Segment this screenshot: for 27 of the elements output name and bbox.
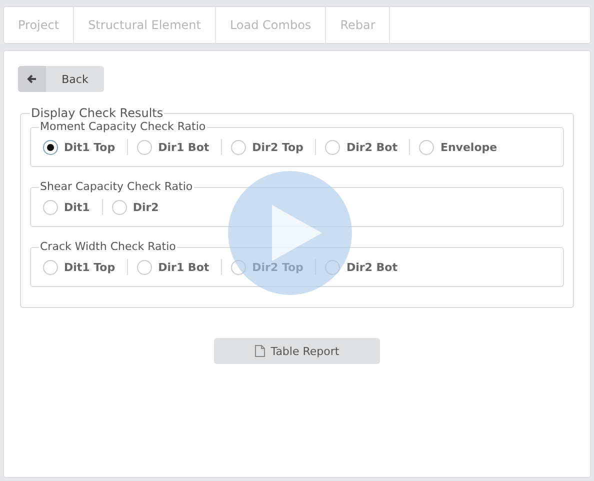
radio-button[interactable] <box>325 260 340 274</box>
radio-button[interactable] <box>43 140 58 154</box>
radio-option[interactable]: Dir2 Top <box>221 139 316 155</box>
radio-button[interactable] <box>419 140 434 154</box>
radio-option[interactable]: Envelope <box>409 139 510 155</box>
radio-button[interactable] <box>43 200 58 214</box>
back-button[interactable]: Back <box>18 66 104 92</box>
radio-button[interactable] <box>231 140 246 154</box>
radio-option[interactable]: Dir2 <box>102 199 171 215</box>
arrow-left-icon <box>27 74 37 84</box>
radio-button[interactable] <box>325 140 340 154</box>
radio-option[interactable]: Dir1 Bot <box>127 139 222 155</box>
group-legend: Shear Capacity Check Ratio <box>39 180 194 194</box>
table-report-button[interactable]: Table Report <box>214 338 380 364</box>
radio-option[interactable]: Dit1 Top <box>43 139 128 155</box>
radio-button[interactable] <box>137 260 152 274</box>
radio-button[interactable] <box>112 200 127 214</box>
group-legend: Moment Capacity Check Ratio <box>39 120 207 134</box>
radio-option[interactable]: Dir2 Bot <box>315 139 410 155</box>
fieldset-legend: Display Check Results <box>30 105 164 121</box>
document-icon <box>254 345 265 357</box>
radio-option[interactable]: Dit1 <box>43 199 102 215</box>
radio-option[interactable]: Dir1 Bot <box>127 259 222 275</box>
radio-button[interactable] <box>231 260 246 274</box>
radio-button[interactable] <box>43 260 58 274</box>
radio-option[interactable]: Dit1 Top <box>43 259 128 275</box>
radio-button[interactable] <box>137 140 152 154</box>
